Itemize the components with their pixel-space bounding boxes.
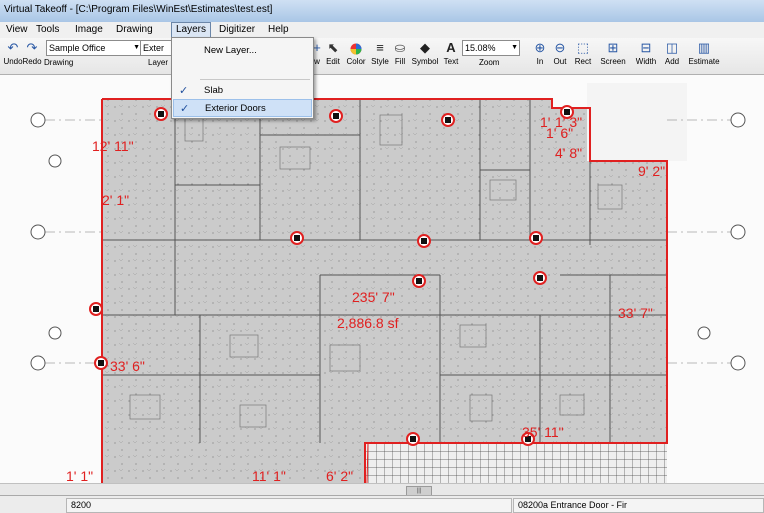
menu-bar: View Tools Image Drawing Layers Digitize…: [0, 22, 764, 38]
drawing-canvas[interactable]: 12' 11" 2' 1" 1' 1' 3" 1' 6" 4' 8" 9' 2"…: [0, 75, 764, 483]
undo-icon: ↶: [7, 40, 19, 55]
line-style-icon: ≡: [376, 40, 384, 55]
menu-image[interactable]: Image: [71, 23, 107, 37]
door-marker: [441, 113, 455, 127]
chevron-down-icon: ▼: [511, 44, 518, 51]
door-marker: [329, 109, 343, 123]
door-marker: [412, 274, 426, 288]
zoom-in-button[interactable]: ⊕ In: [531, 40, 549, 68]
chevron-down-icon: ▼: [133, 44, 140, 51]
undo-button[interactable]: ↶ Undo: [3, 40, 23, 68]
fit-screen-button[interactable]: ⊞ Screen: [597, 40, 629, 68]
perimeter-label: 235' 7": [352, 289, 395, 305]
fit-screen-icon: ⊞: [607, 40, 619, 55]
title-bar: Virtual Takeoff - [C:\Program Files\WinE…: [0, 0, 764, 23]
redo-button[interactable]: ↷ Redo: [21, 40, 43, 68]
checkmark-icon: ✓: [180, 103, 190, 115]
drawing-label: Drawing: [44, 58, 74, 67]
menu-separator: [200, 79, 310, 80]
menu-help[interactable]: Help: [264, 23, 293, 37]
menu-view[interactable]: View: [2, 23, 32, 37]
door-marker: [533, 271, 547, 285]
estimate-button[interactable]: ▥ Estimate: [684, 40, 724, 68]
area-label: 2,886.8 sf: [337, 315, 399, 331]
layer-label: Layer: [148, 58, 169, 67]
measurement-label: 33' 6": [110, 358, 145, 374]
menu-digitizer[interactable]: Digitizer: [215, 23, 259, 37]
zoom-rect-icon: ⬚: [576, 40, 590, 55]
measurement-label: 9' 2": [638, 163, 665, 179]
style-button[interactable]: ≡ Style: [369, 40, 391, 68]
door-marker: [89, 302, 103, 316]
measurement-label: 11' 1": [252, 468, 286, 483]
zoom-select[interactable]: 15.08% ▼: [462, 40, 520, 56]
door-marker: [406, 432, 420, 446]
layer-menu-item-slab[interactable]: ✓ Slab: [173, 82, 312, 100]
zoom-out-button[interactable]: ⊖ Out: [551, 40, 569, 68]
drawing-select[interactable]: Sample Office ▼: [46, 40, 142, 56]
paint-bucket-icon: ⛀: [394, 40, 406, 55]
zoom-rect-button[interactable]: ⬚ Rect: [571, 40, 595, 68]
edit-button[interactable]: ⬉ Edit: [323, 40, 343, 68]
status-item-description: 08200a Entrance Door - Fir: [513, 498, 764, 513]
zoom-in-icon: ⊕: [534, 40, 546, 55]
layers-dropdown-menu: New Layer... ✓ Slab ✓ Exterior Doors: [171, 37, 314, 119]
estimate-grid-icon: ▥: [697, 40, 711, 55]
add-button[interactable]: ◫ Add: [662, 40, 682, 68]
new-layer-menu-item[interactable]: New Layer...: [173, 42, 312, 60]
floor-plan: 12' 11" 2' 1" 1' 1' 3" 1' 6" 4' 8" 9' 2"…: [30, 83, 746, 483]
measurement-label: 12' 11": [92, 138, 134, 154]
fit-width-icon: ⊟: [640, 40, 652, 55]
add-item-icon: ◫: [665, 40, 679, 55]
fill-button[interactable]: ⛀ Fill: [392, 40, 408, 68]
menu-layers[interactable]: Layers: [171, 22, 212, 38]
measurement-label: 2' 1": [102, 192, 129, 208]
zoom-label: Zoom: [479, 58, 500, 67]
toolbar: ↶ Undo ↷ Redo Sample Office ▼ Drawing Ex…: [0, 38, 764, 75]
pointer-icon: ⬉: [327, 40, 339, 55]
layer-menu-item-exterior-doors[interactable]: ✓ Exterior Doors: [173, 99, 312, 117]
menu-drawing[interactable]: Drawing: [112, 23, 157, 37]
door-marker: [290, 231, 304, 245]
zoom-out-icon: ⊖: [554, 40, 566, 55]
menu-tools[interactable]: Tools: [32, 23, 63, 37]
door-marker: [154, 107, 168, 121]
measurement-label: 4' 8": [555, 145, 582, 161]
color-button[interactable]: Color: [344, 40, 368, 68]
symbol-icon: ◆: [420, 40, 430, 55]
color-wheel-icon: [344, 40, 368, 56]
measurement-label: 1' 1": [66, 468, 93, 483]
window-title: Virtual Takeoff - [C:\Program Files\WinE…: [4, 4, 273, 15]
text-button[interactable]: A Text: [441, 40, 461, 68]
measurement-label: 6' 2": [326, 468, 353, 483]
measurement-label: 35' 11": [522, 424, 564, 440]
checkmark-icon: ✓: [179, 85, 189, 97]
status-item-code: 8200: [66, 498, 512, 513]
redo-icon: ↷: [26, 40, 38, 55]
door-marker: [417, 234, 431, 248]
door-marker: [94, 356, 108, 370]
text-icon: A: [446, 40, 456, 55]
door-marker: [529, 231, 543, 245]
status-bar: 8200 08200a Entrance Door - Fir: [0, 495, 764, 513]
fit-width-button[interactable]: ⊟ Width: [632, 40, 660, 68]
measurement-label: 33' 7": [618, 305, 653, 321]
symbol-button[interactable]: ◆ Symbol: [409, 40, 441, 68]
measurement-label: 1' 6": [546, 125, 573, 141]
